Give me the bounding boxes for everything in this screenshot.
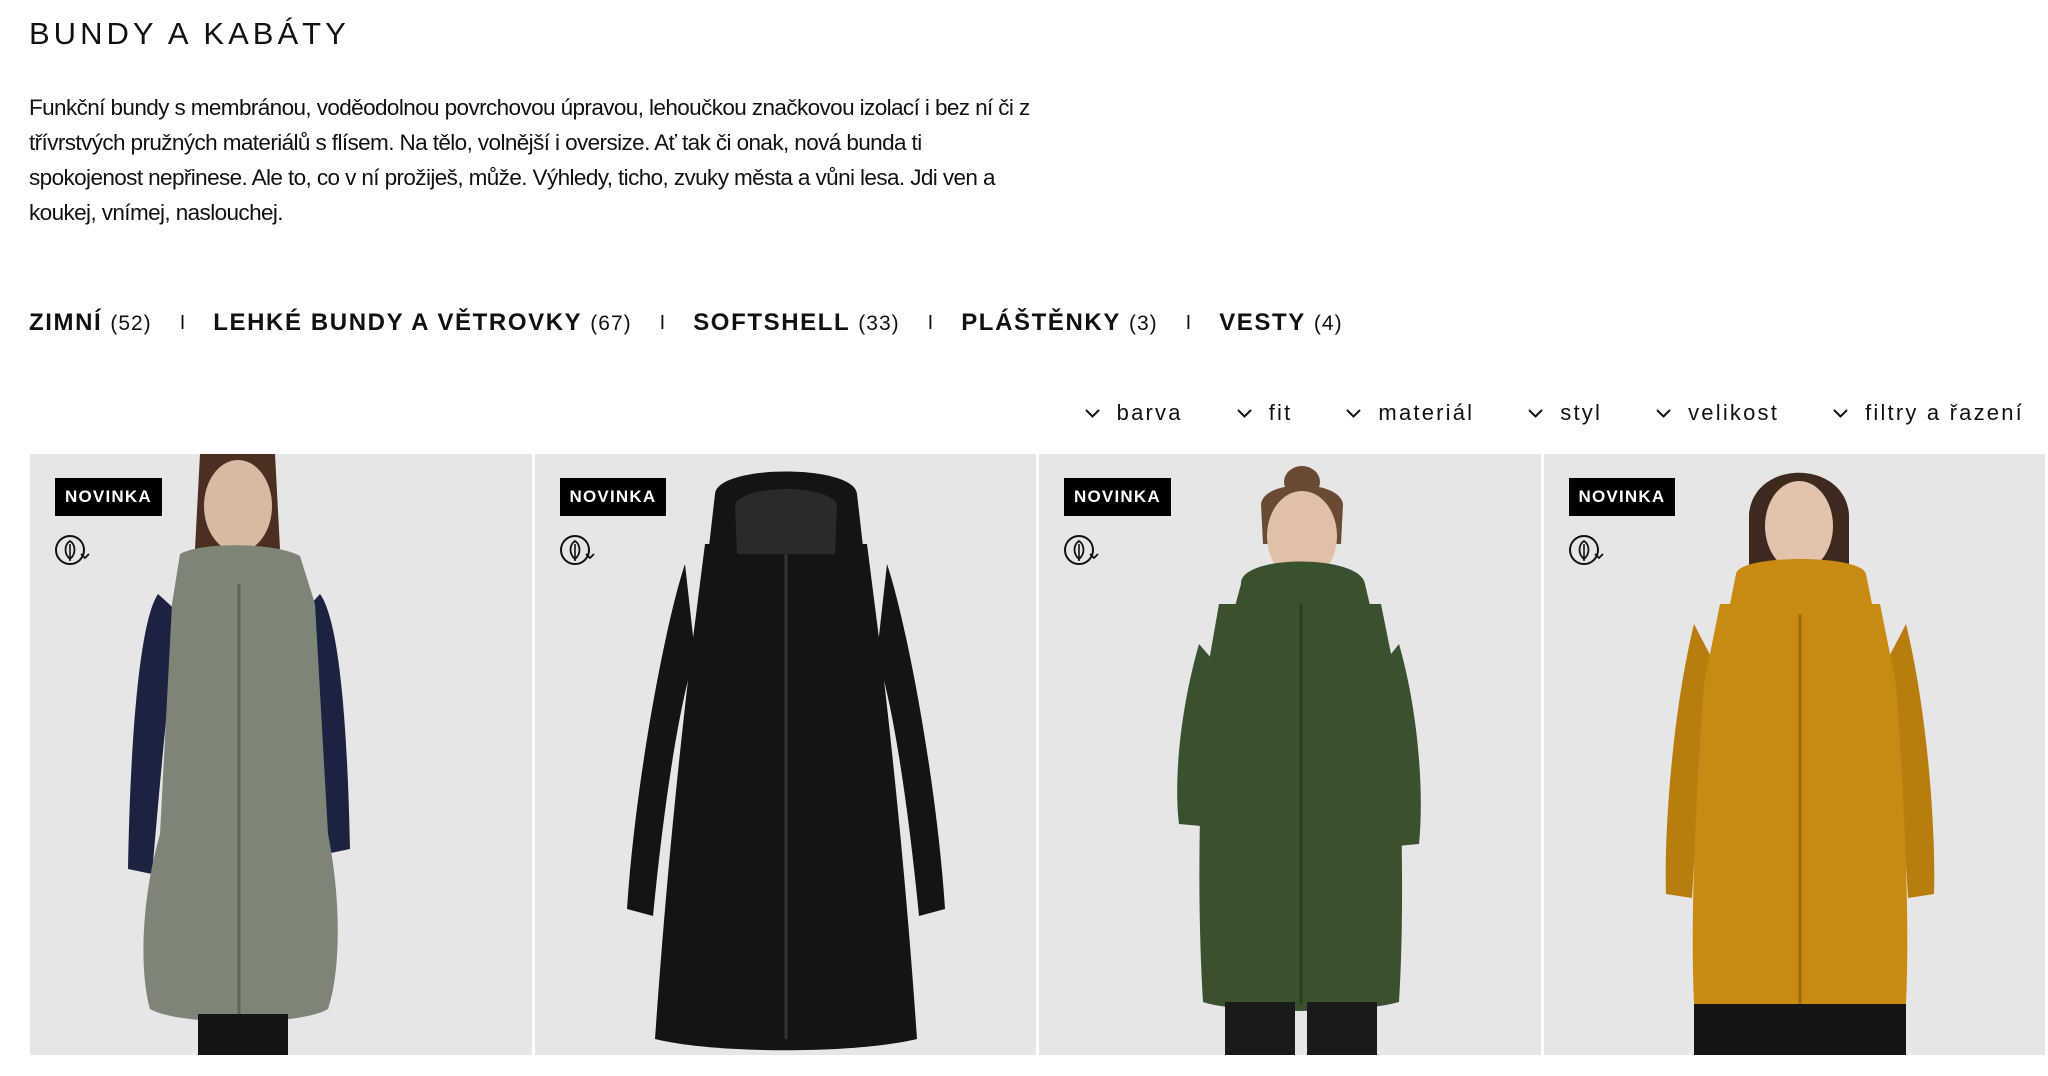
product-card[interactable]: NOVINKA [534,454,1036,1055]
category-link-softshell[interactable]: SOFTSHELL (33) [693,309,899,337]
category-count: (3) [1128,312,1158,335]
filter-styl[interactable]: styl [1527,400,1602,426]
category-name: VESTY [1219,309,1306,336]
chevron-down-icon [1656,408,1671,418]
right-leg-shape [1307,1002,1377,1055]
product-image [626,471,945,1051]
face-shape [204,460,272,552]
new-badge: NOVINKA [559,478,667,516]
product-grid: NOVINKA NOVINKA NOVINKA NOVINKA [30,454,2048,1055]
new-badge: NOVINKA [1568,478,1676,516]
filter-sort[interactable]: filtry a řazení [1832,400,2024,426]
eco-leaf-icon [559,535,595,565]
new-badge: NOVINKA [1064,478,1171,516]
filter-bar: barva fit materiál styl velikost filtry … [1084,395,2024,431]
filter-velikost[interactable]: velikost [1655,400,1779,426]
category-link-zimni[interactable]: ZIMNÍ (52) [29,309,152,337]
category-name: ZIMNÍ [29,309,103,336]
category-separator: I [659,311,666,334]
filter-barva[interactable]: barva [1084,400,1183,426]
eco-leaf-icon [1568,535,1604,565]
filter-fit[interactable]: fit [1236,400,1293,426]
filter-label: fit [1268,400,1293,425]
left-leg-shape [1225,1002,1295,1055]
category-link-vesty[interactable]: VESTY (4) [1219,309,1342,337]
product-image [1177,466,1421,1055]
new-badge: NOVINKA [55,478,162,516]
category-description: Funkční bundy s membránou, voděodolnou p… [29,95,1030,225]
vest-shape [143,545,338,1022]
page-title: BUNDY A KABÁTY [29,16,350,51]
category-name: SOFTSHELL [693,309,851,336]
chevron-down-icon [1528,408,1543,418]
hood-inner-shape [734,489,837,554]
legs-shape [198,1014,288,1055]
category-count: (33) [858,312,900,335]
product-image [1665,472,1934,1055]
eco-leaf-icon [55,535,90,565]
product-card[interactable]: NOVINKA [30,454,532,1055]
product-card[interactable]: NOVINKA [1039,454,1541,1055]
face-shape [1764,481,1833,571]
category-separator: I [1185,311,1192,334]
category-separator: I [927,311,934,334]
product-card[interactable]: NOVINKA [1543,454,2045,1055]
category-name: LEHKÉ BUNDY A VĚTROVKY [213,309,583,336]
category-count: (52) [110,312,152,335]
filter-label: barva [1116,400,1183,425]
chevron-down-icon [1833,408,1848,418]
filter-label: materiál [1378,400,1475,425]
chevron-down-icon [1084,408,1100,418]
category-separator: I [179,311,186,334]
category-link-plastenky[interactable]: PLÁŠTĚNKY (3) [961,309,1157,337]
category-nav: ZIMNÍ (52) I LEHKÉ BUNDY A VĚTROVKY (67)… [29,304,1343,342]
chevron-down-icon [1236,408,1252,418]
category-link-lehke-bundy[interactable]: LEHKÉ BUNDY A VĚTROVKY (67) [213,309,631,337]
legs-shape [1693,1004,1906,1055]
category-count: (4) [1313,312,1343,335]
filter-label: velikost [1688,400,1780,425]
filter-label: styl [1560,400,1603,425]
product-image [128,454,350,1055]
category-name: PLÁŠTĚNKY [961,309,1121,336]
chevron-down-icon [1346,408,1362,418]
category-count: (67) [590,312,632,335]
eco-leaf-icon [1064,535,1099,565]
filter-label: filtry a řazení [1865,400,2024,425]
filter-material[interactable]: materiál [1345,400,1474,426]
